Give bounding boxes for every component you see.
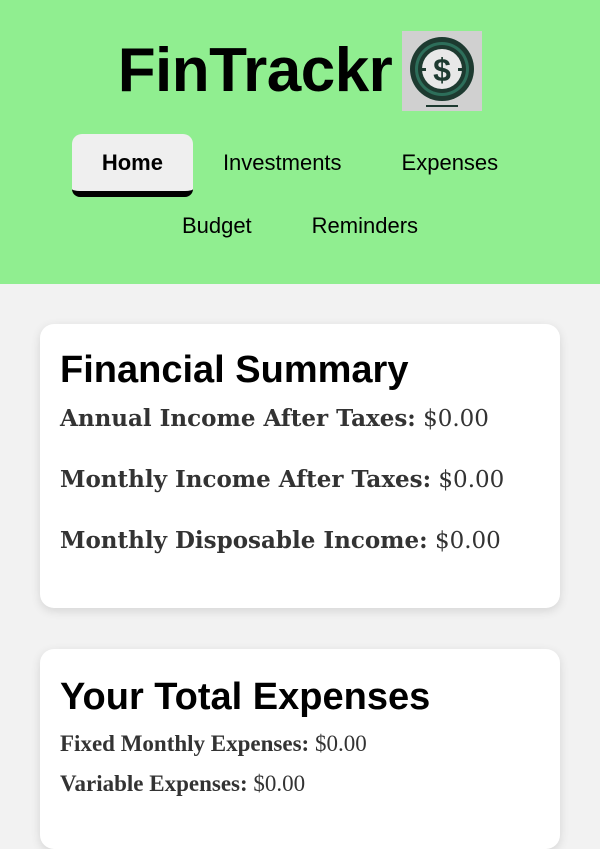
app-header: FinTrackr $ Home Investments Expenses Bu… (0, 0, 600, 284)
expense-row: Fixed Monthly Expenses: $0.00 (60, 731, 540, 771)
summary-row: Monthly Income After Taxes: $0.00 (60, 465, 540, 526)
nav-item-investments[interactable]: Investments (193, 134, 372, 195)
expense-row-value: $0.00 (253, 770, 306, 796)
nav-item-budget[interactable]: Budget (152, 197, 282, 258)
summary-row-value: $0.00 (423, 405, 489, 432)
summary-row-value: $0.00 (438, 466, 505, 493)
brand: FinTrackr $ (0, 30, 600, 111)
summary-row: Monthly Disposable Income: $0.00 (60, 526, 540, 587)
summary-row-label: Annual Income After Taxes: (60, 404, 416, 432)
app-title: FinTrackr (117, 35, 393, 105)
nav-item-reminders[interactable]: Reminders (282, 197, 448, 258)
summary-row: Annual Income After Taxes: $0.00 (60, 404, 540, 465)
expense-row-label: Variable Expenses: (60, 770, 248, 796)
total-expenses-title: Your Total Expenses (60, 676, 431, 718)
nav-item-expenses[interactable]: Expenses (372, 134, 529, 195)
expense-row: Variable Expenses: $0.00 (60, 771, 540, 811)
summary-row-label: Monthly Disposable Income: (60, 526, 428, 554)
summary-row-value: $0.00 (434, 527, 501, 554)
svg-text:$: $ (433, 52, 451, 88)
summary-row-label: Monthly Income After Taxes: (60, 465, 432, 493)
main-nav: Home Investments Expenses Budget Reminde… (0, 134, 600, 258)
expense-row-value: $0.00 (314, 730, 367, 756)
nav-item-home[interactable]: Home (71, 134, 193, 197)
dollar-coin-icon: $ (402, 30, 483, 111)
financial-summary-card: Financial Summary Annual Income After Ta… (40, 324, 560, 608)
total-expenses-card: Your Total Expenses Fixed Monthly Expens… (40, 649, 560, 849)
financial-summary-title: Financial Summary (60, 349, 409, 391)
expense-row-label: Fixed Monthly Expenses: (60, 730, 310, 756)
